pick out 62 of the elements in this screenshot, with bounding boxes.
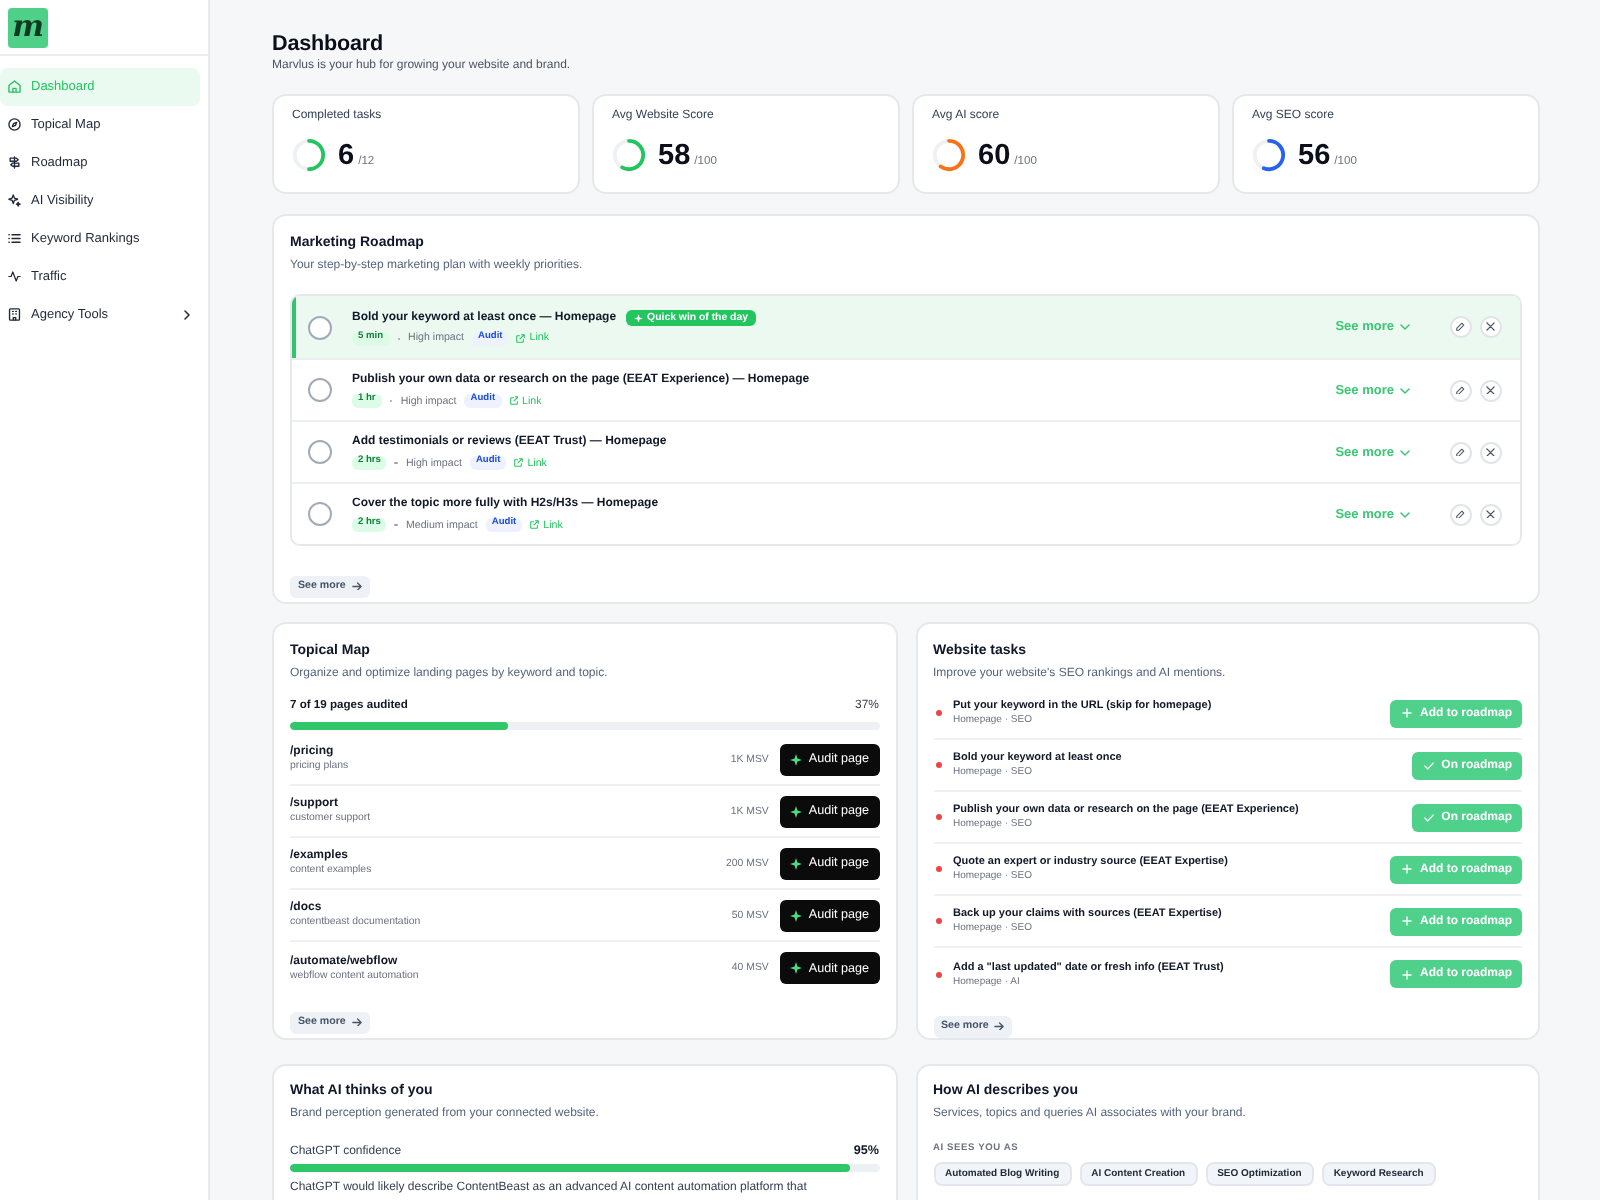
plus-icon — [1402, 916, 1412, 926]
status-dot-icon — [935, 971, 941, 977]
task-checkbox[interactable] — [308, 315, 332, 339]
external-link-icon — [509, 396, 519, 406]
stat-value: 60 — [978, 139, 1011, 171]
sparkle-icon — [790, 909, 803, 921]
logo[interactable]: m — [8, 8, 48, 48]
close-button[interactable] — [1480, 316, 1502, 338]
building-icon — [8, 308, 21, 322]
pencil-icon — [1456, 385, 1466, 395]
external-link-icon — [530, 520, 540, 530]
chevron-down-icon — [1400, 511, 1410, 517]
pencil-icon — [1456, 447, 1466, 457]
home-icon — [8, 80, 21, 94]
arrow-right-icon — [994, 1021, 1005, 1031]
close-icon — [1486, 509, 1496, 519]
task-checkbox[interactable] — [308, 502, 332, 526]
check-icon — [1423, 813, 1434, 821]
status-dot-icon — [935, 762, 941, 768]
close-button[interactable] — [1480, 441, 1502, 463]
sparkles-icon — [8, 194, 21, 208]
task-checkbox[interactable] — [308, 440, 332, 464]
status-dot-icon — [935, 814, 941, 820]
arrow-right-icon — [351, 581, 362, 591]
arrow-right-icon — [351, 1017, 362, 1027]
list-icon — [8, 232, 21, 246]
plus-icon — [1402, 969, 1412, 979]
sparkle-icon — [634, 313, 644, 322]
close-button[interactable] — [1480, 503, 1502, 525]
close-button[interactable] — [1480, 379, 1502, 401]
plus-icon — [1402, 708, 1412, 718]
close-icon — [1486, 447, 1496, 457]
status-dot-icon — [935, 710, 941, 716]
compass-icon — [8, 118, 21, 132]
status-dot-icon — [935, 866, 941, 872]
sparkle-icon — [790, 805, 803, 817]
signpost-icon — [8, 156, 21, 170]
pencil-icon — [1456, 509, 1466, 519]
status-dot-icon — [935, 918, 941, 924]
edit-button[interactable] — [1450, 503, 1472, 525]
stat-value: 58 — [658, 139, 691, 171]
edit-button[interactable] — [1450, 441, 1472, 463]
chevron-down-icon — [1400, 324, 1410, 330]
check-icon — [1423, 761, 1434, 769]
pulse-icon — [8, 270, 21, 284]
stat-value: 56 — [1298, 139, 1331, 171]
sparkle-icon — [790, 857, 803, 869]
close-icon — [1486, 322, 1496, 332]
pencil-icon — [1456, 322, 1466, 332]
external-link-icon — [514, 458, 524, 468]
close-icon — [1486, 385, 1496, 395]
edit-button[interactable] — [1450, 316, 1472, 338]
page-title: Dashboard — [272, 30, 385, 58]
sparkle-icon — [790, 753, 803, 765]
sparkle-icon — [790, 962, 803, 974]
edit-button[interactable] — [1450, 379, 1472, 401]
task-checkbox[interactable] — [308, 378, 332, 402]
chevron-down-icon — [1400, 449, 1410, 455]
stat-value: 6 — [338, 139, 355, 171]
external-link-icon — [516, 334, 526, 343]
chevron-down-icon — [1400, 387, 1410, 393]
plus-icon — [1402, 864, 1412, 874]
